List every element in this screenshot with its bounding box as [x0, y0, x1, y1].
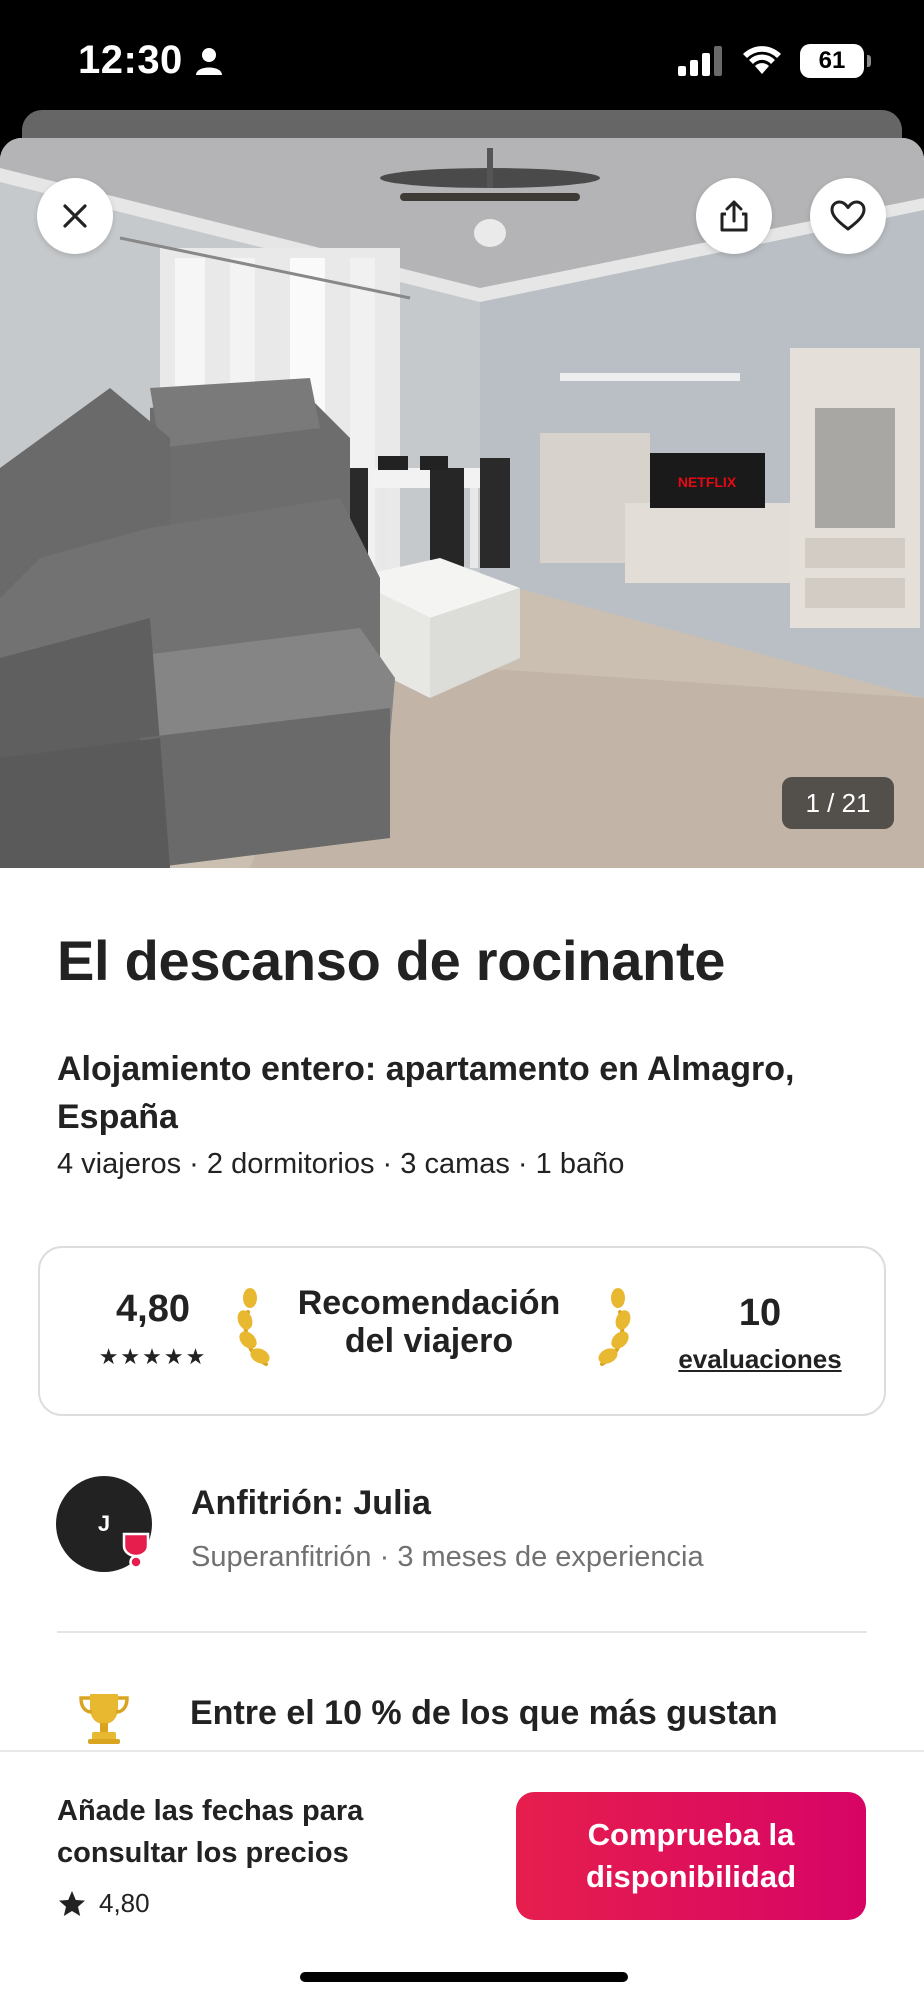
star-icon: [59, 1890, 85, 1916]
cta-line-1: Comprueba la: [587, 1817, 795, 1852]
rating-score: 4,80: [116, 1288, 190, 1330]
listing-title: El descanso de rocinante: [57, 929, 726, 992]
reviews-count: 10: [738, 1292, 782, 1334]
listing-details: 4 viajeros · 2 dormitorios · 3 camas · 1…: [57, 1148, 625, 1180]
footer-rating: 4,80: [57, 1888, 150, 1919]
price-prompt: Añade las fechas para consultar los prec…: [57, 1790, 437, 1874]
listing-photo[interactable]: NETFLIX 1 / 21: [0, 138, 924, 868]
booking-footer: Añade las fechas para consultar los prec…: [0, 1750, 924, 2000]
close-icon: [63, 204, 87, 228]
host-name: Anfitrión: Julia: [191, 1484, 431, 1522]
cellular-signal-icon: [678, 46, 722, 76]
heart-icon: [830, 200, 866, 231]
badge-line-1: Recomendación: [297, 1284, 561, 1322]
host-experience: Superanfitrión · 3 meses de experiencia: [191, 1541, 704, 1573]
home-indicator[interactable]: [300, 1972, 628, 1982]
status-bar: 12:30 61: [0, 0, 924, 112]
tv-netflix-logo: NETFLIX: [678, 474, 737, 490]
top-listing-highlight: Entre el 10 % de los que más gustan: [190, 1694, 778, 1732]
status-time: 12:30: [78, 38, 183, 82]
reviews-link[interactable]: evaluaciones: [660, 1344, 860, 1375]
superhost-badge-icon: [122, 1532, 150, 1568]
battery-icon: 61: [800, 44, 871, 78]
guest-favorite-badge: Recomendación del viajero: [276, 1284, 582, 1360]
cta-line-2: disponibilidad: [585, 1859, 797, 1894]
status-icons: 61: [678, 44, 871, 78]
save-favorite-button[interactable]: [810, 178, 886, 254]
trophy-icon: [79, 1694, 129, 1744]
battery-level: 61: [818, 47, 846, 74]
photo-counter: 1 / 21: [782, 777, 894, 829]
badge-line-2: del viajero: [344, 1322, 514, 1360]
listing-sheet: NETFLIX 1 / 21 El descanso de rocinante …: [0, 138, 924, 2000]
rating-card[interactable]: 4,80 ★★★★★ Recomendación del viajero 10 …: [38, 1246, 886, 1416]
price-prompt-line-2: consultar los precios: [57, 1837, 349, 1869]
section-divider: [57, 1631, 867, 1633]
footer-rating-value: 4,80: [99, 1888, 150, 1918]
check-availability-button[interactable]: Comprueba la disponibilidad: [516, 1792, 866, 1920]
laurel-left-icon: [237, 1288, 270, 1366]
price-prompt-line-1: Añade las fechas para: [57, 1795, 364, 1827]
living-room-image: NETFLIX: [0, 138, 924, 868]
close-button[interactable]: [37, 178, 113, 254]
listing-subtitle: Alojamiento entero: apartamento en Almag…: [57, 1050, 795, 1136]
wifi-icon: [743, 46, 781, 74]
person-icon: [196, 48, 222, 75]
share-icon: [720, 200, 748, 232]
share-button[interactable]: [696, 178, 772, 254]
host-initial: J: [97, 1511, 111, 1536]
rating-stars: ★★★★★: [98, 1344, 208, 1369]
laurel-right-icon: [598, 1288, 631, 1366]
